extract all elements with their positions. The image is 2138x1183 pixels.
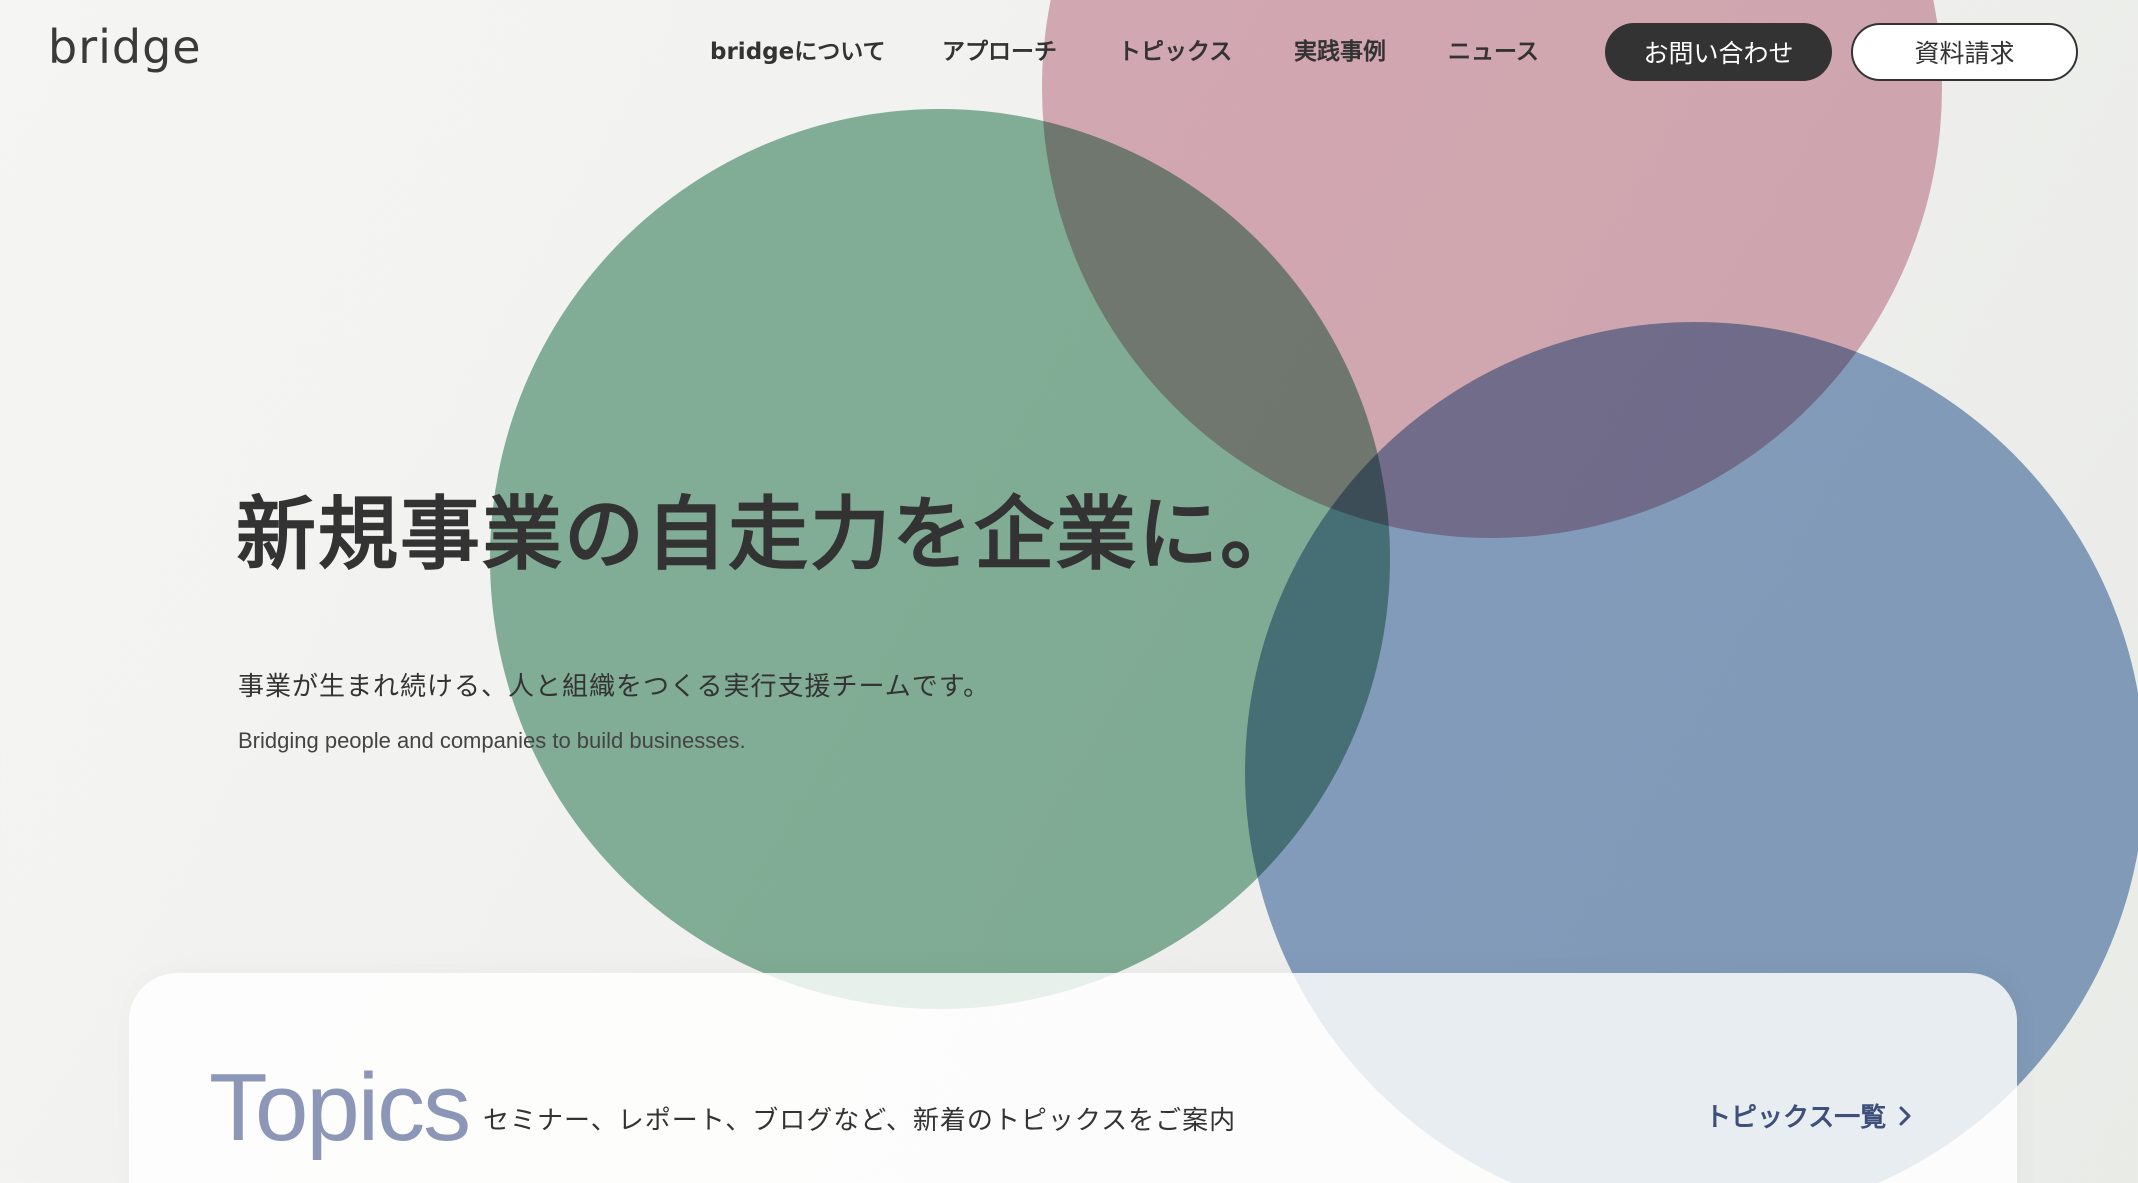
topics-description: セミナー、レポート、ブログなど、新着のトピックスをご案内: [483, 1106, 1237, 1136]
topics-list-link[interactable]: トピックス一覧: [1705, 1097, 1912, 1134]
contact-button[interactable]: お問い合わせ: [1605, 23, 1832, 81]
hero-headline: 新規事業の自走力を企業に。: [236, 488, 1302, 581]
nav-item-news[interactable]: ニュース: [1448, 32, 1539, 66]
topics-card: Topics セミナー、レポート、ブログなど、新着のトピックスをご案内 トピック…: [129, 973, 2017, 1183]
topics-list-link-label: トピックス一覧: [1705, 1103, 1887, 1133]
hero-subtitle-en: Bridging people and companies to build b…: [238, 728, 746, 753]
nav-item-cases[interactable]: 実践事例: [1294, 32, 1386, 66]
nav-item-topics[interactable]: トピックス: [1118, 32, 1232, 66]
nav-item-approach[interactable]: アプローチ: [942, 32, 1057, 66]
nav-item-about[interactable]: bridgeについて: [710, 32, 886, 66]
hero-subtitle-ja: 事業が生まれ続ける、人と組織をつくる実行支援チームです。: [238, 672, 991, 702]
topics-title: Topics: [209, 1054, 471, 1161]
request-docs-button[interactable]: 資料請求: [1851, 23, 2078, 81]
chevron-right-icon: [1899, 1106, 1911, 1125]
